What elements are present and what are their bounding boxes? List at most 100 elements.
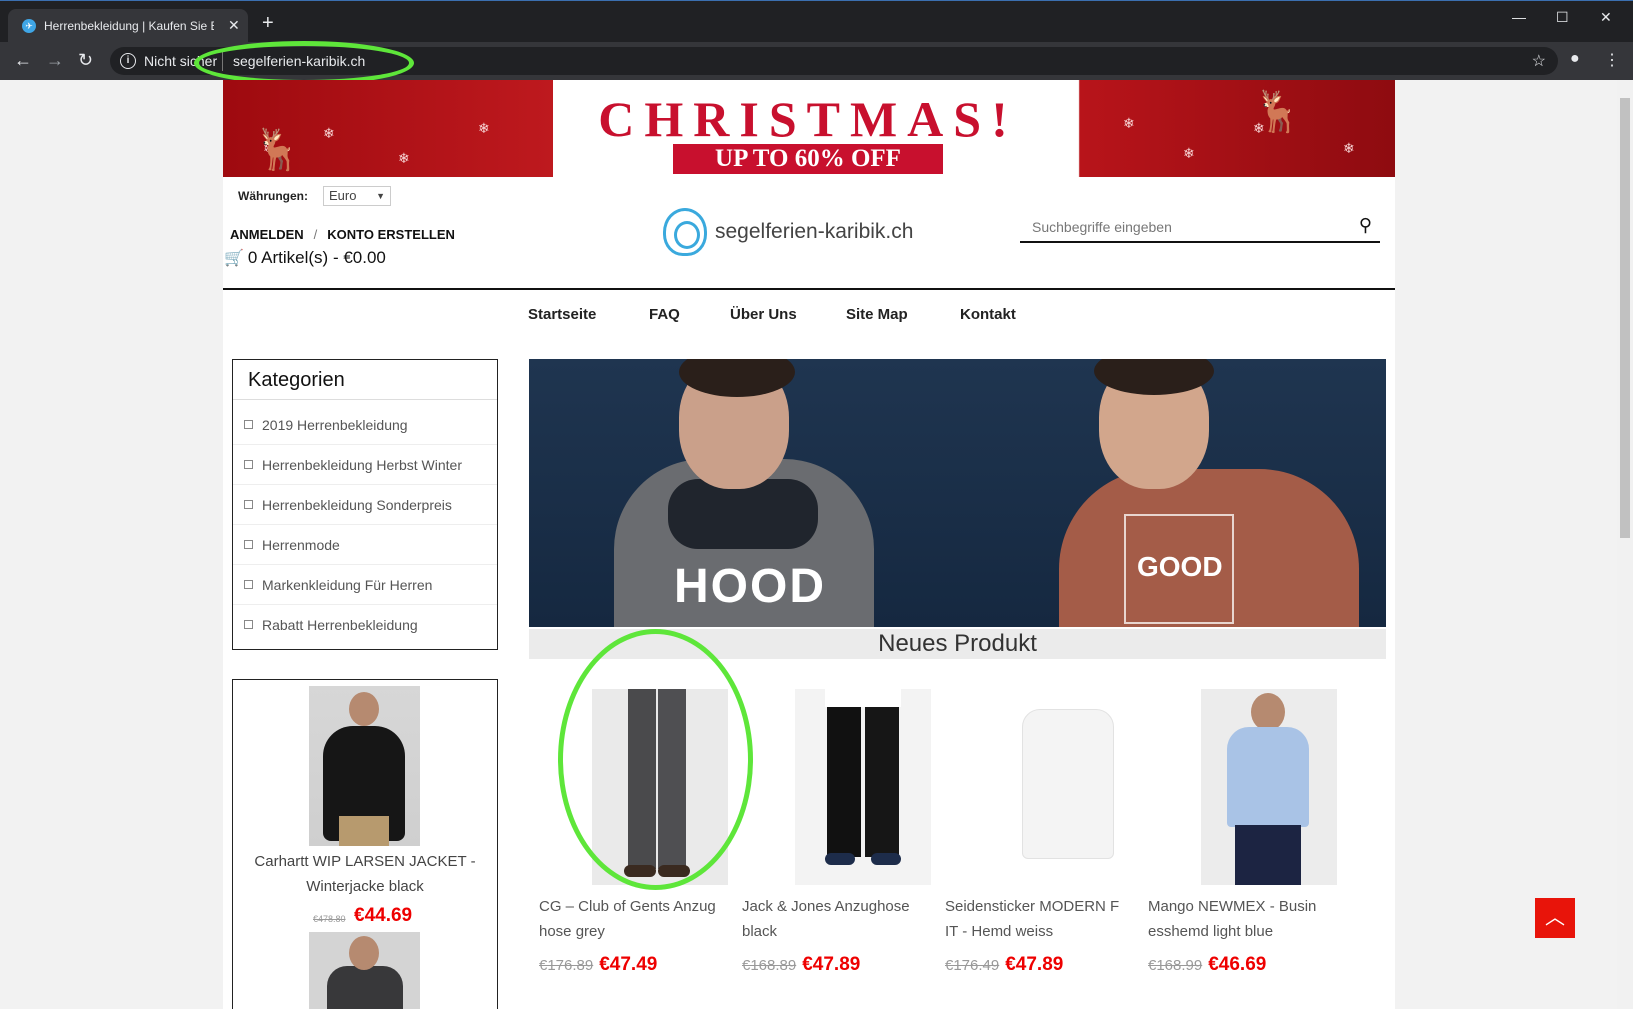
currency-select[interactable]: Euro ▼ [323, 186, 391, 206]
product-image[interactable] [795, 689, 931, 885]
bullet-square-icon [244, 620, 253, 629]
bullet-square-icon [244, 500, 253, 509]
category-label[interactable]: Markenkleidung Für Herren [262, 577, 432, 593]
search-box[interactable]: Suchbegriffe eingeben ⚲ [1020, 213, 1380, 243]
back-icon[interactable]: ← [14, 50, 32, 70]
logo-text: segelferien-karibik.ch [715, 220, 914, 243]
nav-kontakt[interactable]: Kontakt [960, 306, 1016, 323]
profile-icon[interactable]: ● [1570, 50, 1580, 68]
chevron-up-icon: ︿ [1545, 907, 1565, 929]
product-name[interactable]: Jack & Jones Anzughose black [742, 894, 927, 944]
scrollbar-thumb[interactable] [1620, 98, 1630, 538]
model-head-shape [1251, 693, 1285, 731]
currency-label: Währungen: [238, 189, 308, 203]
page-content: ❄ ❄ ❄ ❄ 🦌 ❄ ❄ ❄ ❄ 🦌 CHRISTMAS! UP TO 60%… [223, 80, 1395, 1009]
snowflake-icon: ❄ [478, 120, 490, 136]
old-price: €176.49 [945, 957, 1000, 974]
product-card[interactable]: Jack & Jones Anzughose black €168.89 €47.… [732, 689, 932, 1009]
account-links: ANMELDEN / KONTO ERSTELLEN [230, 227, 455, 242]
currency-value: Euro [329, 188, 357, 203]
model-legs-shape [339, 816, 389, 846]
main-nav: Startseite FAQ Über Uns Site Map Kontakt [223, 306, 1395, 336]
snowflake-icon: ❄ [1123, 115, 1135, 131]
nav-ueber-uns[interactable]: Über Uns [730, 306, 797, 323]
category-label[interactable]: Herrenmode [262, 537, 340, 553]
product-image[interactable] [998, 689, 1134, 885]
category-item[interactable]: Herrenbekleidung Herbst Winter [233, 445, 497, 485]
header-divider [223, 288, 1395, 290]
maximize-icon[interactable]: ☐ [1556, 9, 1569, 26]
back-to-top-button[interactable]: ︿ [1535, 898, 1575, 938]
sale-price: €47.49 [599, 954, 658, 975]
minimize-icon[interactable]: — [1512, 9, 1526, 25]
featured-price: €44.69 [354, 905, 413, 926]
sale-price: €47.89 [1005, 954, 1064, 975]
product-image[interactable] [1201, 689, 1337, 885]
bullet-square-icon [244, 420, 253, 429]
search-icon[interactable]: ⚲ [1359, 215, 1372, 236]
window-close-icon[interactable]: ✕ [1600, 9, 1612, 26]
old-price: €168.99 [1148, 957, 1203, 974]
category-label[interactable]: Rabatt Herrenbekleidung [262, 617, 418, 633]
category-item[interactable]: Rabatt Herrenbekleidung [233, 605, 497, 645]
hero-banner[interactable]: HOOD GOOD [529, 359, 1386, 627]
bookmark-star-icon[interactable]: ☆ [1532, 51, 1546, 71]
nav-site-map[interactable]: Site Map [846, 306, 908, 323]
category-item[interactable]: 2019 Herrenbekleidung [233, 405, 497, 445]
category-item[interactable]: Herrenbekleidung Sonderpreis [233, 485, 497, 525]
hoodie-print: HOOD [674, 560, 826, 613]
product-card[interactable]: Seidensticker MODERN F IT - Hemd weiss €… [935, 689, 1135, 1009]
category-label[interactable]: Herrenbekleidung Sonderpreis [262, 497, 452, 513]
product-card[interactable]: Mango NEWMEX - Busin esshemd light blue … [1138, 689, 1338, 1009]
page-scrollbar[interactable] [1617, 80, 1633, 1009]
snowflake-icon: ❄ [398, 150, 410, 166]
menu-dots-icon[interactable]: ⋮ [1604, 50, 1620, 70]
reload-icon[interactable]: ↻ [78, 50, 93, 70]
product-price: €168.99 €46.69 [1148, 954, 1266, 976]
tab-title: Herrenbekleidung | Kaufen Sie Bi [44, 19, 214, 33]
sweater-model: GOOD [1059, 469, 1359, 627]
cart-summary[interactable]: 🛒 0 Artikel(s) - €0.00 [224, 248, 386, 268]
shirt-shape [1227, 727, 1309, 827]
featured-product-image[interactable] [309, 686, 420, 846]
trouser-leg-shape [827, 707, 861, 857]
site-favicon-icon: ✈ [22, 19, 36, 33]
christmas-banner[interactable]: ❄ ❄ ❄ ❄ 🦌 ❄ ❄ ❄ ❄ 🦌 CHRISTMAS! UP TO 60%… [223, 80, 1395, 177]
new-tab-icon[interactable]: + [262, 13, 274, 33]
product-price: €176.49 €47.89 [945, 954, 1063, 976]
shirt-shape [825, 689, 901, 707]
product-price: €168.89 €47.89 [742, 954, 860, 976]
product-name[interactable]: CG – Club of Gents Anzug hose grey [539, 894, 724, 944]
product-name[interactable]: Seidensticker MODERN F IT - Hemd weiss [945, 894, 1130, 944]
model-head-shape [349, 692, 379, 726]
cart-text: 0 Artikel(s) - €0.00 [247, 248, 386, 267]
nav-startseite[interactable]: Startseite [528, 306, 596, 323]
banner-headline: CHRISTMAS! [598, 91, 1018, 147]
forward-icon[interactable]: → [46, 50, 64, 70]
category-item[interactable]: Markenkleidung Für Herren [233, 565, 497, 605]
featured-product-image-2[interactable] [309, 932, 420, 1009]
bullet-square-icon [244, 540, 253, 549]
shoe-shape [825, 853, 855, 865]
create-account-link[interactable]: KONTO ERSTELLEN [327, 227, 455, 242]
bullet-square-icon [244, 580, 253, 589]
nav-faq[interactable]: FAQ [649, 306, 680, 323]
reindeer-icon: 🦌 [253, 128, 303, 172]
old-price: €176.89 [539, 957, 594, 974]
banner-center: CHRISTMAS! UP TO 60% OFF [553, 80, 1063, 177]
tab-close-icon[interactable]: ✕ [228, 17, 240, 34]
categories-box: Kategorien 2019 Herrenbekleidung Herrenb… [232, 359, 498, 650]
category-item[interactable]: Herrenmode [233, 525, 497, 565]
sale-price: €46.69 [1208, 954, 1267, 975]
category-label[interactable]: 2019 Herrenbekleidung [262, 417, 408, 433]
snowflake-icon: ❄ [323, 125, 335, 141]
featured-product-name[interactable]: Carhartt WIP LARSEN JACKET - Winterjacke… [233, 849, 497, 899]
info-icon[interactable]: i [120, 53, 136, 69]
browser-tab[interactable]: ✈ Herrenbekleidung | Kaufen Sie Bi ✕ [8, 9, 248, 43]
highlight-ellipse-product [558, 629, 753, 890]
categories-title: Kategorien [233, 360, 497, 400]
login-link[interactable]: ANMELDEN [230, 227, 304, 242]
category-label[interactable]: Herrenbekleidung Herbst Winter [262, 457, 462, 473]
search-input[interactable]: Suchbegriffe eingeben [1032, 219, 1172, 235]
product-name[interactable]: Mango NEWMEX - Busin esshemd light blue [1148, 894, 1333, 944]
